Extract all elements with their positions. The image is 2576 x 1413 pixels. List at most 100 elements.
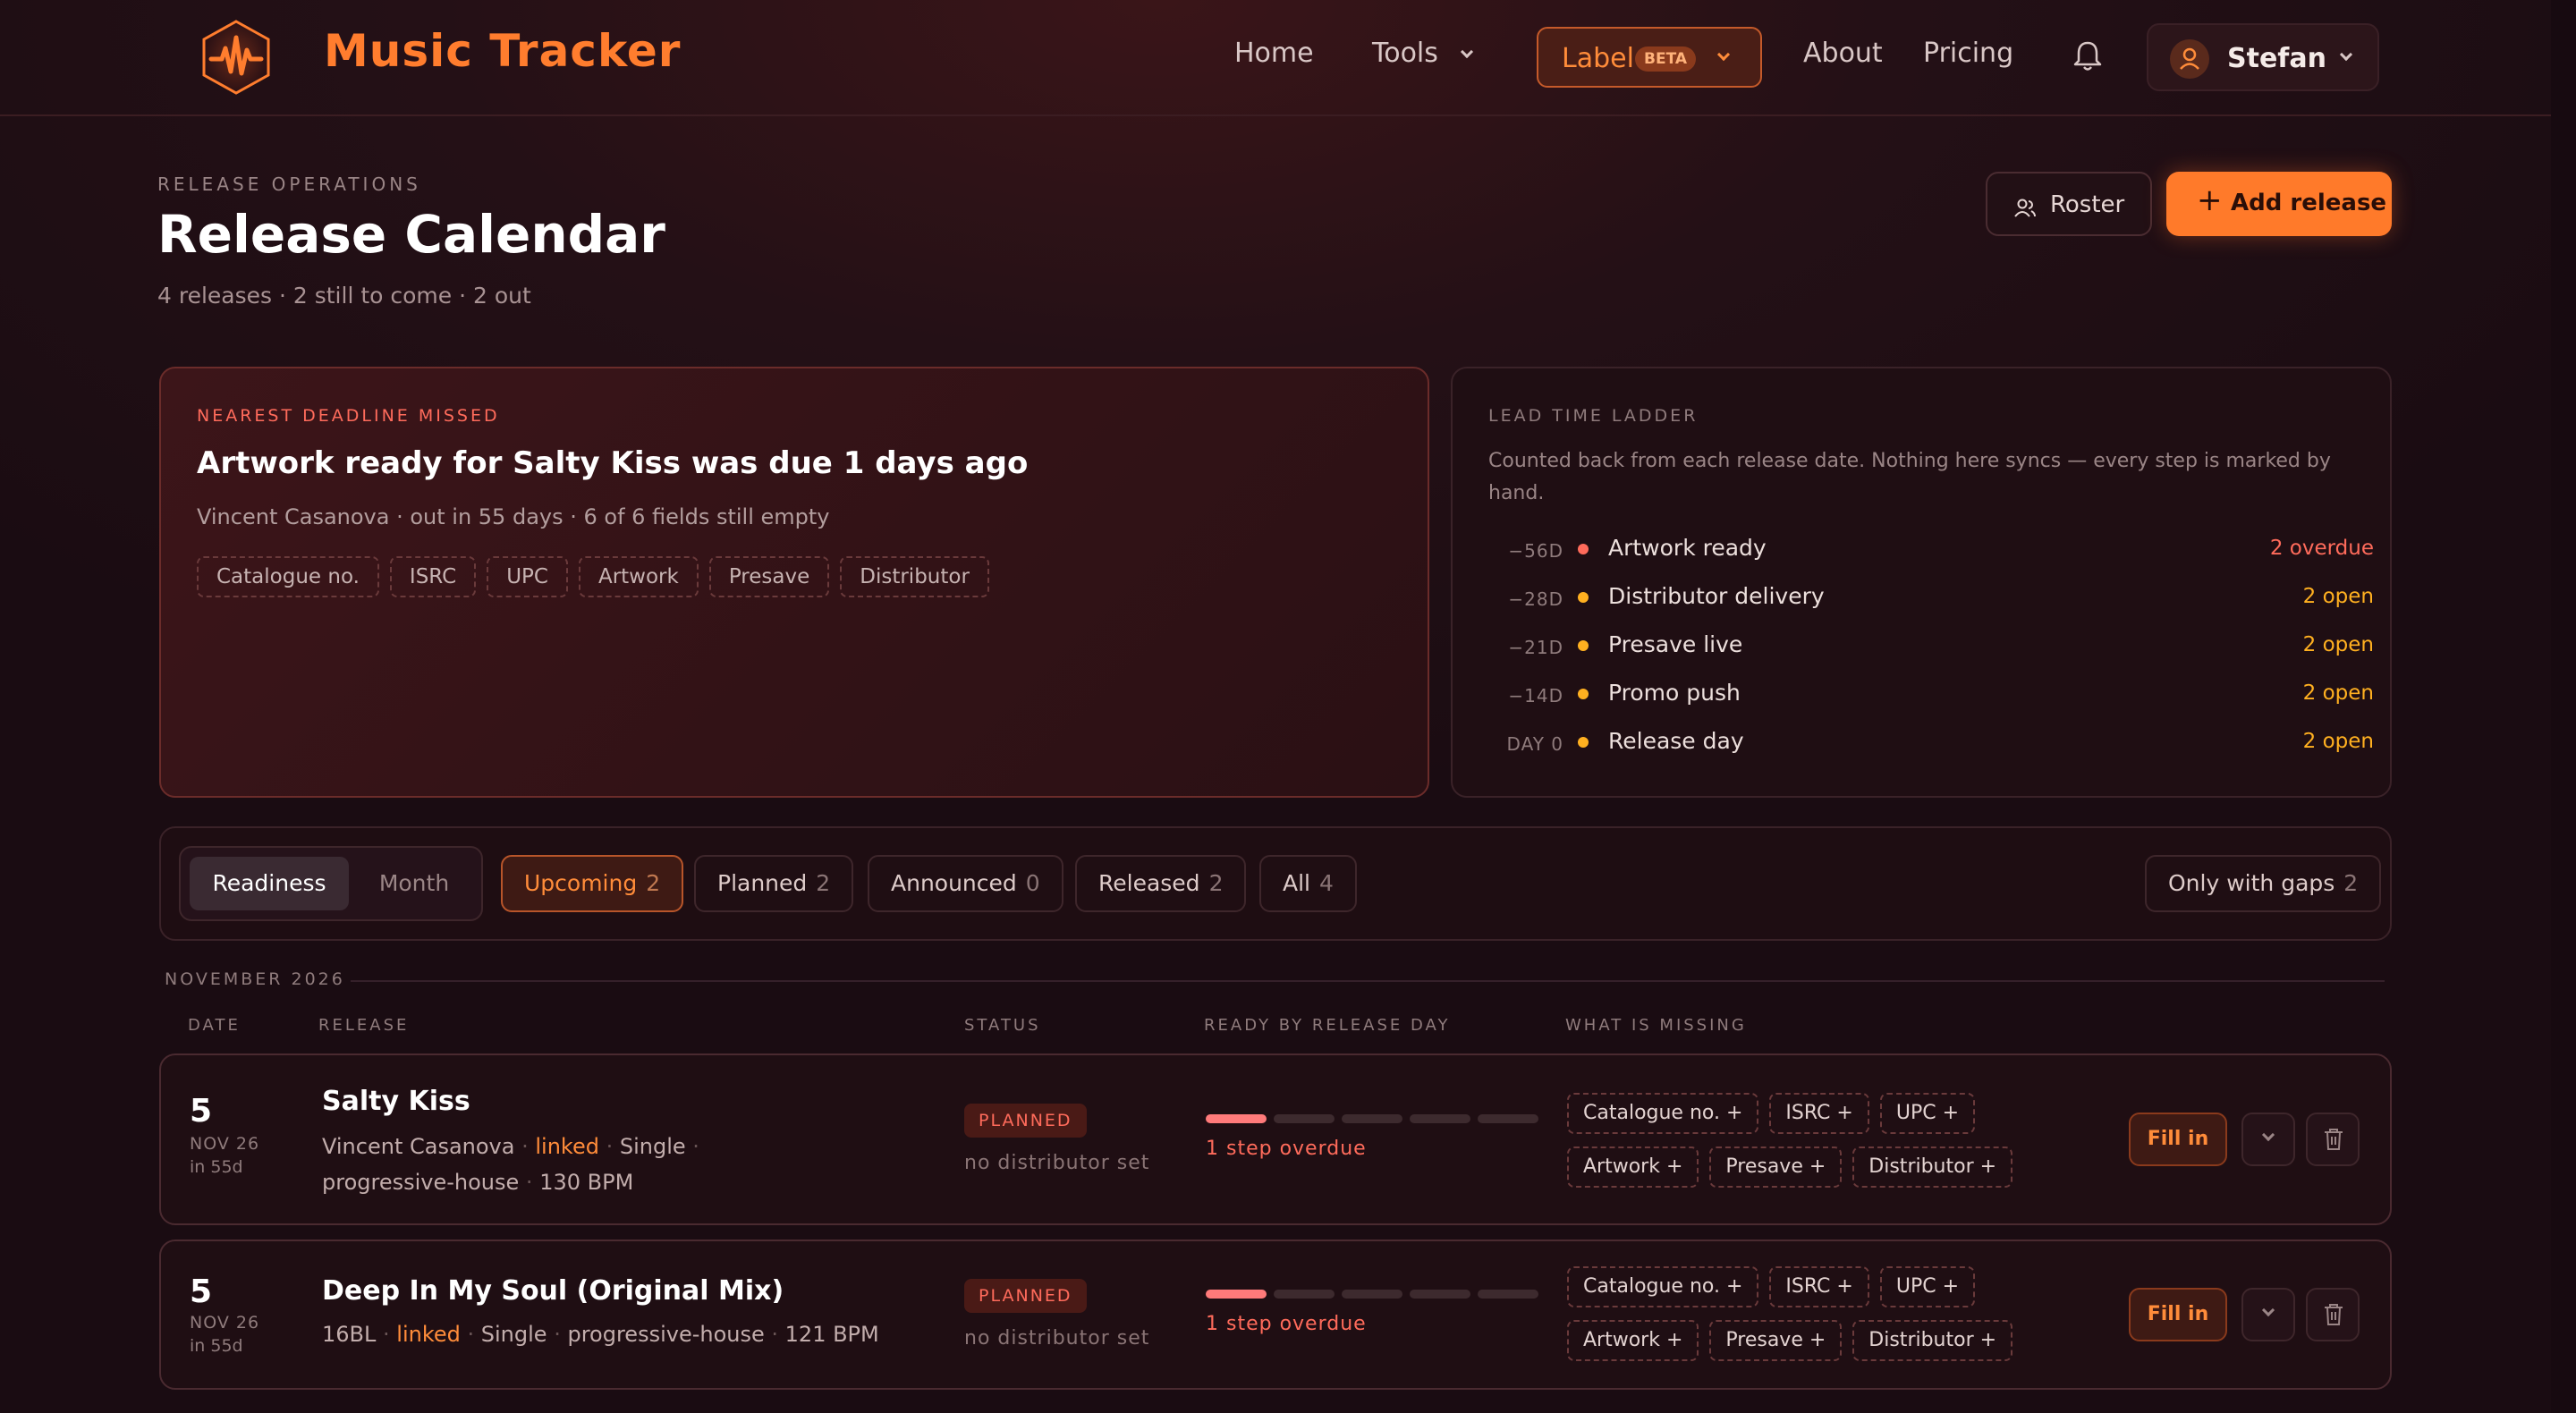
lead-time-ladder-card: LEAD TIME LADDER Counted back from each … [1451, 367, 2392, 798]
top-nav: Music Tracker Home Tools Label BETA Abou… [0, 0, 2551, 116]
release-meta: Vincent Casanova · linked · Single · pro… [322, 1134, 699, 1195]
tab-all[interactable]: All 4 [1259, 855, 1357, 912]
status-badge: PLANNED [964, 1279, 1087, 1313]
status-dot [1578, 592, 1589, 603]
logo-icon[interactable] [197, 18, 275, 97]
fill-in-button[interactable]: Fill in [2129, 1113, 2227, 1166]
progress-segment [1274, 1114, 1335, 1123]
bell-icon[interactable] [2068, 36, 2107, 75]
brand-name[interactable]: Music Tracker [324, 25, 681, 77]
missing-field-chip[interactable]: ISRC + [1769, 1093, 1869, 1134]
tab-label: Planned [717, 870, 808, 896]
delete-button[interactable] [2306, 1288, 2360, 1341]
expand-row-button[interactable] [2241, 1288, 2295, 1341]
release-month: NOV 26 [190, 1134, 260, 1154]
tab-released[interactable]: Released 2 [1075, 855, 1247, 912]
tab-upcoming[interactable]: Upcoming 2 [501, 855, 684, 912]
only-with-gaps-toggle[interactable]: Only with gaps 2 [2145, 855, 2382, 912]
missing-field-chip[interactable]: UPC + [1879, 1266, 1976, 1307]
step-offset: DAY 0 [1506, 733, 1563, 755]
tab-planned[interactable]: Planned 2 [694, 855, 854, 912]
deadline-meta: Vincent Casanova · out in 55 days · 6 of… [197, 504, 830, 529]
release-title[interactable]: Salty Kiss [322, 1086, 470, 1117]
plus-icon: + [2197, 182, 2223, 218]
trash-icon [2325, 1129, 2343, 1150]
users-icon [2014, 199, 2036, 217]
missing-field-chip[interactable]: Distributor + [1852, 1320, 2013, 1361]
chevron-down-icon [2261, 1128, 2275, 1142]
tab-label: Announced [891, 870, 1017, 896]
missing-field-chip[interactable]: Distributor + [1852, 1146, 2013, 1188]
deadline-title: Artwork ready for Salty Kiss was due 1 d… [197, 445, 1029, 481]
status-dot [1578, 689, 1589, 699]
month-heading: NOVEMBER 2026 [165, 969, 345, 989]
release-day: 5 [190, 1273, 213, 1310]
view-toggle: Readiness Month [179, 846, 483, 921]
tab-label: Upcoming [524, 870, 638, 896]
release-countdown: in 55d [190, 1157, 243, 1177]
nav-tools[interactable]: Tools [1372, 38, 1474, 69]
step-count: 2 overdue [2269, 537, 2374, 560]
step-offset: −14D [1508, 685, 1563, 706]
artist-name[interactable]: Vincent Casanova [322, 1134, 514, 1159]
missing-field-chip[interactable]: Catalogue no. + [1567, 1266, 1759, 1307]
field-chip: Presave [708, 556, 830, 597]
roster-label: Roster [2050, 191, 2125, 218]
label-menu-text: Label [1562, 43, 1634, 74]
field-chip: Distributor [840, 556, 989, 597]
progress-segment [1274, 1290, 1335, 1299]
step-name: Promo push [1608, 680, 1741, 706]
missing-field-chip[interactable]: Catalogue no. + [1567, 1093, 1759, 1134]
missing-fields: Catalogue no. + ISRC + UPC + Artwork + P… [1567, 1093, 2050, 1188]
tab-count: 0 [1025, 870, 1040, 896]
missing-field-chip[interactable]: ISRC + [1769, 1266, 1869, 1307]
progress-segment [1410, 1114, 1470, 1123]
step-offset: −21D [1508, 637, 1563, 658]
missing-field-chip[interactable]: UPC + [1879, 1093, 1976, 1134]
expand-row-button[interactable] [2241, 1113, 2295, 1166]
table-row[interactable]: 5 NOV 26 in 55d Salty Kiss Vincent Casan… [159, 1053, 2392, 1225]
user-menu-button[interactable]: Stefan [2147, 23, 2379, 91]
linked-badge: linked [396, 1322, 461, 1347]
tab-announced[interactable]: Announced 0 [868, 855, 1063, 912]
step-name: Distributor delivery [1608, 583, 1825, 609]
scrollbar[interactable] [2551, 0, 2576, 1413]
step-name: Presave live [1608, 631, 1743, 657]
avatar [2170, 39, 2209, 79]
ladder-eyebrow: LEAD TIME LADDER [1488, 406, 1699, 426]
add-release-label: Add release [2231, 190, 2387, 216]
tab-label: Released [1098, 870, 1200, 896]
deadline-eyebrow: NEAREST DEADLINE MISSED [197, 406, 500, 426]
view-month[interactable]: Month [356, 857, 472, 910]
release-type: Single [480, 1322, 547, 1347]
missing-field-chip[interactable]: Artwork + [1567, 1146, 1699, 1188]
field-chip: UPC [487, 556, 568, 597]
artist-name[interactable]: 16BL [322, 1322, 376, 1347]
view-readiness[interactable]: Readiness [190, 857, 349, 910]
release-bpm: 121 BPM [784, 1322, 879, 1347]
missing-field-chip[interactable]: Presave + [1709, 1320, 1843, 1361]
readiness-progress [1206, 1114, 1538, 1123]
delete-button[interactable] [2306, 1113, 2360, 1166]
deadline-card: NEAREST DEADLINE MISSED Artwork ready fo… [159, 367, 1429, 798]
table-row[interactable]: 5 NOV 26 in 55d Deep In My Soul (Origina… [159, 1240, 2392, 1390]
missing-field-chip[interactable]: Presave + [1709, 1146, 1843, 1188]
add-release-button[interactable]: + Add release [2166, 172, 2392, 236]
release-title[interactable]: Deep In My Soul (Original Mix) [322, 1275, 784, 1307]
step-offset: −28D [1508, 588, 1563, 610]
roster-button[interactable]: Roster [1986, 172, 2152, 236]
status-badge: PLANNED [964, 1104, 1087, 1138]
fill-in-button[interactable]: Fill in [2129, 1288, 2227, 1341]
nav-pricing[interactable]: Pricing [1923, 38, 2013, 69]
chevron-down-icon [1461, 45, 1474, 59]
ladder-step: −21D Presave live 2 open [1488, 630, 2374, 665]
label-menu-button[interactable]: Label BETA [1537, 27, 1762, 88]
page-subtitle: 4 releases · 2 still to come · 2 out [157, 283, 531, 309]
missing-field-chip[interactable]: Artwork + [1567, 1320, 1699, 1361]
ladder-step: DAY 0 Release day 2 open [1488, 726, 2374, 762]
distributor-status: no distributor set [964, 1327, 1150, 1350]
nav-home[interactable]: Home [1234, 38, 1314, 69]
status-dot [1578, 737, 1589, 748]
chevron-down-icon [2261, 1303, 2275, 1317]
nav-about[interactable]: About [1803, 38, 1883, 69]
